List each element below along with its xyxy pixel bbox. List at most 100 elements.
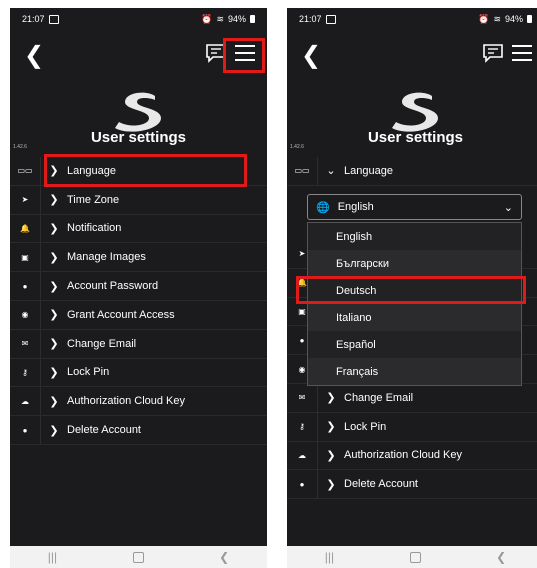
- menu-item-label: Authorization Cloud Key: [344, 449, 463, 462]
- key-icon: ⚷: [299, 422, 305, 432]
- status-bar: 21:07 ⏰ ≋ 94%: [287, 8, 537, 30]
- status-time: 21:07: [299, 14, 322, 24]
- app-logo: [10, 90, 267, 132]
- language-option-italian[interactable]: Italiano: [308, 304, 521, 331]
- menu-item-language-expanded[interactable]: ▭▭ ⌄ Language: [287, 157, 537, 186]
- menu-item-label: Manage Images: [67, 251, 146, 264]
- menu-item-label: Change Email: [344, 391, 414, 404]
- settings-menu: ▭▭ ⌄ Language: [287, 157, 537, 186]
- menu-item-manage-images[interactable]: ▣ ❯ Manage Images: [10, 243, 267, 273]
- language-option-english[interactable]: English: [308, 223, 521, 250]
- wifi-icon: ≋: [493, 13, 501, 24]
- menu-item-label: Authorization Cloud Key: [67, 395, 186, 408]
- menu-item-label: Lock Pin: [344, 420, 387, 433]
- menu-item-account-password[interactable]: ● ❯ Account Password: [10, 272, 267, 301]
- language-options: English Български Deutsch Italiano Españ…: [307, 222, 522, 386]
- language-option-spanish[interactable]: Español: [308, 331, 521, 358]
- chevron-right-icon: ❯: [49, 194, 59, 207]
- battery-level: 94%: [227, 14, 246, 24]
- cloud-icon: ☁: [298, 450, 306, 460]
- menu-item-label: Delete Account: [67, 424, 141, 437]
- menu-item-authorization-cloud-key[interactable]: ☁ ❯ Authorization Cloud Key: [10, 387, 267, 417]
- envelope-icon: ✉: [298, 393, 306, 403]
- chevron-right-icon: ❯: [49, 366, 59, 379]
- page-title: User settings: [90, 129, 187, 146]
- chevron-right-icon: ❯: [49, 309, 59, 322]
- chevron-right-icon: ❯: [326, 478, 336, 491]
- menu-item-label: Account Password: [67, 280, 159, 293]
- back-arrow-icon[interactable]: ❮: [301, 44, 321, 68]
- menu-item-delete-account[interactable]: ● ❯ Delete Account: [287, 470, 537, 500]
- back-nav-icon[interactable]: ❮: [496, 550, 506, 564]
- battery-icon: [527, 15, 532, 23]
- menu-item-label: Delete Account: [344, 478, 418, 491]
- back-nav-icon[interactable]: ❮: [219, 550, 229, 564]
- image-notification-icon: [48, 14, 59, 24]
- chevron-right-icon: ❯: [326, 392, 336, 405]
- user-times-icon: ●: [22, 425, 28, 435]
- chevron-right-icon: ❯: [49, 424, 59, 437]
- menu-item-time-zone[interactable]: ➤ ❯ Time Zone: [10, 185, 267, 215]
- user-times-icon: ●: [299, 479, 305, 489]
- language-select-value: English: [337, 201, 374, 213]
- home-icon[interactable]: [409, 551, 421, 563]
- system-nav-bar: ||| ❮: [10, 546, 267, 568]
- battery-level: 94%: [504, 14, 523, 24]
- user-icon: ●: [22, 281, 28, 291]
- chevron-right-icon: ❯: [49, 395, 59, 408]
- home-icon[interactable]: [132, 551, 144, 563]
- recent-apps-icon[interactable]: |||: [325, 550, 334, 564]
- chevron-right-icon: ❯: [49, 338, 59, 351]
- battery-icon: [250, 15, 255, 23]
- chat-icon[interactable]: [482, 43, 504, 63]
- language-option-bulgarian[interactable]: Български: [308, 250, 521, 277]
- language-option-french[interactable]: Français: [308, 358, 521, 385]
- envelope-icon: ✉: [21, 339, 29, 349]
- right-screen: 21:07 ⏰ ≋ 94% ❮ User settings 1.42.6 ▭▭ ⌄ La…: [287, 8, 537, 568]
- settings-menu: ▭▭ ❯ Language ➤ ❯ Time Zone 🔔 ❯ Notification ▣…: [10, 157, 267, 445]
- bell-icon: 🔔: [20, 223, 30, 233]
- cloud-icon: ☁: [21, 396, 29, 406]
- menu-item-authorization-cloud-key[interactable]: ☁ ❯ Authorization Cloud Key: [287, 441, 537, 471]
- menu-item-label: Change Email: [67, 337, 137, 350]
- wifi-icon: ≋: [216, 13, 224, 24]
- version-label: 1.42.6: [13, 144, 27, 150]
- location-arrow-icon: ➤: [21, 195, 29, 205]
- chevron-right-icon: ❯: [326, 449, 336, 462]
- chevron-right-icon: ❯: [49, 251, 59, 264]
- menu-item-label: Grant Account Access: [67, 308, 175, 321]
- image-icon: ▣: [21, 252, 29, 262]
- menu-item-label: Time Zone: [67, 193, 120, 206]
- status-time: 21:07: [22, 14, 45, 24]
- menu-item-change-email[interactable]: ✉ ❯ Change Email: [10, 329, 267, 359]
- menu-item-change-email[interactable]: ✉ ❯ Change Email: [287, 383, 537, 413]
- back-arrow-icon[interactable]: ❮: [24, 44, 44, 68]
- version-label: 1.42.6: [290, 144, 304, 150]
- top-bar: ❮: [287, 30, 537, 88]
- chevron-right-icon: ❯: [326, 421, 336, 434]
- highlight-language-item: [44, 154, 247, 187]
- system-nav-bar: ||| ❮: [287, 546, 537, 568]
- globe-icon: 🌐: [316, 201, 330, 214]
- page-title: User settings: [367, 129, 464, 146]
- menu-item-label: Language: [344, 164, 393, 177]
- image-notification-icon: [325, 14, 336, 24]
- highlight-deutsch-option: [296, 276, 526, 304]
- menu-item-delete-account[interactable]: ● ❯ Delete Account: [10, 416, 267, 445]
- chevron-down-icon: ⌄: [503, 201, 513, 214]
- menu-item-grant-account-access[interactable]: ◉ ❯ Grant Account Access: [10, 300, 267, 330]
- menu-item-lock-pin[interactable]: ⚷ ❯ Lock Pin: [10, 358, 267, 388]
- key-icon: ⚷: [22, 367, 28, 377]
- recent-apps-icon[interactable]: |||: [48, 550, 57, 564]
- language-select[interactable]: 🌐 English ⌄: [307, 194, 522, 220]
- app-logo: [287, 90, 537, 132]
- alarm-icon: ⏰: [478, 13, 490, 24]
- hamburger-menu-icon[interactable]: [512, 44, 532, 62]
- menu-item-notification[interactable]: 🔔 ❯ Notification: [10, 214, 267, 244]
- menu-item-lock-pin[interactable]: ⚷ ❯ Lock Pin: [287, 412, 537, 442]
- status-bar: 21:07 ⏰ ≋ 94%: [10, 8, 267, 30]
- left-screen: 21:07 ⏰ ≋ 94% ❮ User settings 1.42.6 ▭▭ ❯ La…: [10, 8, 267, 568]
- globe-icon: ◉: [21, 310, 29, 320]
- id-card-icon: ▭▭: [17, 166, 33, 176]
- chevron-right-icon: ❯: [49, 222, 59, 235]
